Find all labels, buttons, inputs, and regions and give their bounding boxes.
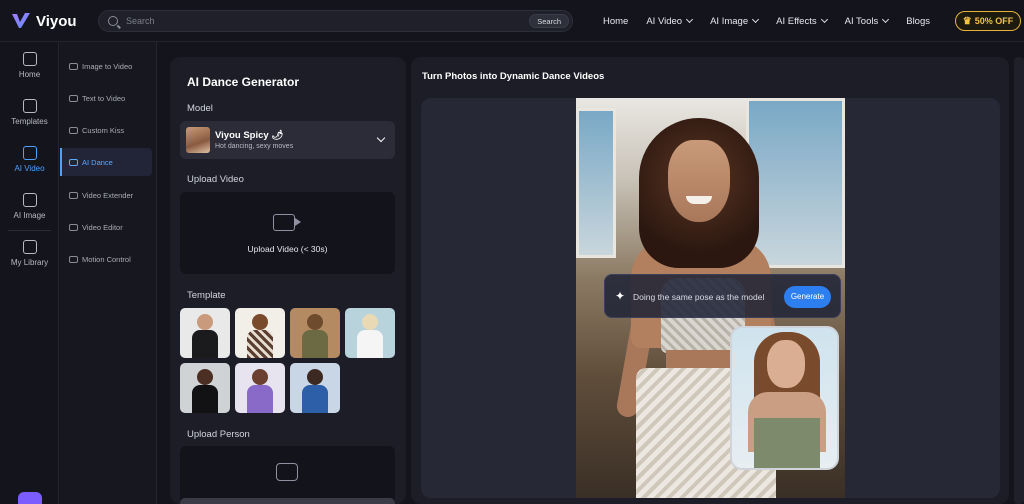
chevron-down-icon xyxy=(820,15,828,24)
kiss-icon xyxy=(69,126,78,134)
library-icon xyxy=(22,240,37,254)
model-select[interactable]: Viyou Spicy 🌶 Hot dancing, sexy moves xyxy=(180,121,395,159)
template-thumbnail[interactable] xyxy=(345,308,395,358)
chevron-down-icon xyxy=(686,15,694,24)
nav-ai-effects[interactable]: AI Effects xyxy=(776,15,828,27)
smile-shape xyxy=(686,196,712,204)
template-thumbnail[interactable] xyxy=(290,308,340,358)
subnav-video-extender[interactable]: Video Extender xyxy=(60,181,157,209)
nav-home[interactable]: Home xyxy=(603,16,628,27)
window-shape xyxy=(576,108,616,258)
subnav-image-to-video[interactable]: Image to Video xyxy=(60,52,157,80)
model-description: Hot dancing, sexy moves xyxy=(215,143,294,150)
template-thumbnail[interactable] xyxy=(180,363,230,413)
editor-icon xyxy=(69,223,78,231)
subnav-motion-control[interactable]: Motion Control xyxy=(60,245,157,273)
rail-divider xyxy=(8,230,51,231)
subnav-text-to-video[interactable]: Text to Video xyxy=(60,84,157,112)
viyou-logo-icon xyxy=(12,13,30,28)
pepper-icon: 🌶 xyxy=(271,130,284,141)
reference-model-photo xyxy=(730,326,839,470)
rail-item-my-library[interactable]: My Library xyxy=(0,240,59,267)
model-label: Model xyxy=(187,103,213,114)
tooltip-text: Doing the same pose as the model xyxy=(633,292,765,302)
motion-icon xyxy=(69,255,78,263)
magic-wand-icon: ✦ xyxy=(615,289,626,303)
subnav-ai-dance[interactable]: AI Dance xyxy=(60,148,152,176)
image-to-video-icon xyxy=(69,62,78,70)
template-thumbnail[interactable] xyxy=(235,308,285,358)
chevron-down-icon xyxy=(752,15,760,24)
search-button[interactable]: Search xyxy=(529,14,569,28)
upload-person-label: Upload Person xyxy=(187,429,250,440)
nav-ai-tools[interactable]: AI Tools xyxy=(845,15,890,27)
template-thumbnail[interactable] xyxy=(180,308,230,358)
text-to-video-icon xyxy=(69,94,78,102)
main-nav: Home AI Video AI Image AI Effects AI Too… xyxy=(603,0,948,42)
chevron-down-icon xyxy=(882,15,890,24)
preview-panel: Turn Photos into Dynamic Dance Videos ✦ … xyxy=(411,57,1009,504)
nav-ai-video[interactable]: AI Video xyxy=(646,15,694,27)
template-thumbnail[interactable] xyxy=(290,363,340,413)
rail-item-ai-image[interactable]: AI Image xyxy=(0,193,59,220)
model-name: Viyou Spicy 🌶 xyxy=(215,130,284,141)
template-thumbnail[interactable] xyxy=(235,363,285,413)
video-camera-icon xyxy=(273,214,301,231)
logo[interactable]: Viyou xyxy=(10,10,77,32)
face-shape xyxy=(767,340,805,388)
video-icon xyxy=(22,146,37,160)
top-shape xyxy=(754,418,820,468)
face-shape xyxy=(668,140,730,222)
subnav-custom-kiss[interactable]: Custom Kiss xyxy=(60,116,157,144)
home-icon xyxy=(22,52,37,66)
preview-title: Turn Photos into Dynamic Dance Videos xyxy=(422,71,605,82)
promo-badge[interactable]: ♛ 50% OFF xyxy=(955,11,1021,31)
search-input[interactable] xyxy=(126,16,572,26)
nav-blogs[interactable]: Blogs xyxy=(906,16,930,27)
generate-button[interactable]: Generate xyxy=(784,286,831,308)
add-image-icon xyxy=(276,463,298,481)
upload-person-dropzone[interactable] xyxy=(180,446,395,504)
pose-tooltip: ✦ Doing the same pose as the model Gener… xyxy=(604,274,841,318)
dance-icon xyxy=(69,158,78,166)
search-icon xyxy=(108,16,118,26)
brand-name: Viyou xyxy=(36,12,77,30)
image-icon xyxy=(22,193,37,207)
template-label: Template xyxy=(187,290,226,301)
rail-item-ai-video[interactable]: AI Video xyxy=(0,146,59,173)
extend-icon xyxy=(69,191,78,199)
upload-video-label: Upload Video xyxy=(187,174,244,185)
panel-title: AI Dance Generator xyxy=(187,75,300,89)
generate-bar-button[interactable] xyxy=(180,498,395,504)
chevron-down-icon xyxy=(376,133,386,143)
templates-icon xyxy=(22,99,37,113)
nav-ai-image[interactable]: AI Image xyxy=(710,15,760,27)
window-shape xyxy=(746,98,845,268)
rail-item-home[interactable]: Home xyxy=(0,52,59,79)
search-bar: Search xyxy=(98,10,573,32)
side-rail: Home Templates AI Video AI Image My Libr… xyxy=(0,42,59,504)
sub-navigation: Image to Video Text to Video Custom Kiss… xyxy=(60,42,157,504)
preview-stage: ✦ Doing the same pose as the model Gener… xyxy=(421,98,1000,498)
top-navigation: Viyou Search Home AI Video AI Image AI E… xyxy=(0,0,1024,42)
generator-panel: AI Dance Generator Model Viyou Spicy 🌶 H… xyxy=(170,57,406,504)
crown-icon: ♛ xyxy=(962,15,972,27)
rail-item-templates[interactable]: Templates xyxy=(0,99,59,126)
scrollbar[interactable] xyxy=(1014,57,1024,504)
upload-video-text: Upload Video (< 30s) xyxy=(247,244,328,254)
subnav-video-editor[interactable]: Video Editor xyxy=(60,213,157,241)
upload-video-dropzone[interactable]: Upload Video (< 30s) xyxy=(180,192,395,274)
assistant-icon[interactable] xyxy=(18,492,42,504)
model-thumbnail xyxy=(186,127,210,153)
